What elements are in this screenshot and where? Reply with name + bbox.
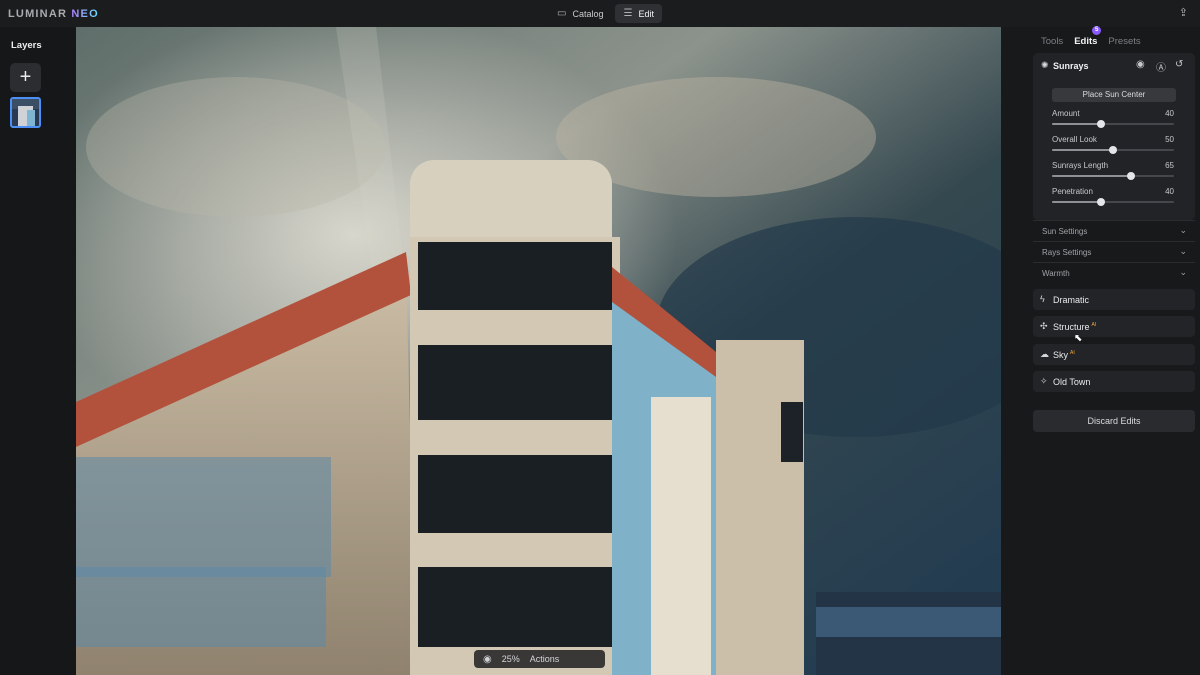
plus-icon: + [19,66,32,88]
mask-icon[interactable]: Ⓐ [1156,59,1166,74]
sliders-icon: ☰ [623,8,633,19]
tool-item-sky[interactable]: ☁ Sky AI [1033,344,1195,365]
layers-panel: Layers + [0,27,76,675]
mouse-cursor-icon: ⬉ [1074,333,1083,344]
tool-item-old-town[interactable]: ✧ Old Town [1033,371,1195,392]
amount-slider[interactable]: Amount 40 [1052,109,1174,129]
top-bar: LUMINAR NEO ▭ Catalog ☰ Edit ⇪ [0,0,1200,27]
folder-icon: ▭ [557,8,567,19]
edit-button[interactable]: ☰ Edit [615,4,662,23]
tab-tools[interactable]: Tools [1041,36,1063,47]
app-logo: LUMINAR NEO [8,8,99,20]
tab-edits[interactable]: Edits 5 [1074,26,1102,47]
warmth-section[interactable]: Warmth ⌄ [1033,262,1195,282]
penetration-slider[interactable]: Penetration 40 [1052,187,1174,207]
edits-panel: Tools Edits 5 Presets ✺ Sunrays ◉ Ⓐ ↺ Pl… [1001,26,1200,675]
sun-settings-section[interactable]: Sun Settings ⌄ [1033,220,1195,240]
tab-presets[interactable]: Presets [1108,36,1140,47]
place-sun-center-button[interactable]: Place Sun Center [1052,88,1176,102]
chevron-down-icon: ⌄ [1179,225,1187,235]
structure-icon: ✣ [1040,321,1048,331]
reset-icon[interactable]: ↺ [1175,59,1183,70]
tool-item-structure[interactable]: ✣ Structure AI [1033,316,1195,337]
eye-icon[interactable]: ◉ [483,654,492,665]
ai-badge: AI [1091,322,1097,328]
zoom-bar: ◉ 25% Actions [474,650,605,668]
share-icon[interactable]: ⇪ [1179,6,1188,19]
catalog-button[interactable]: ▭ Catalog [549,4,611,23]
edits-count-badge: 5 [1092,26,1102,35]
mode-switch: ▭ Catalog ☰ Edit [549,4,662,23]
zoom-level[interactable]: 25% [502,654,520,664]
chevron-down-icon: ⌄ [1179,267,1187,277]
chevron-down-icon: ⌄ [1179,246,1187,256]
add-layer-button[interactable]: + [10,63,41,92]
image-canvas[interactable]: ◉ 25% Actions [76,27,1001,675]
cloud-icon: ☁ [1040,349,1049,359]
old-town-icon: ✧ [1040,376,1048,386]
tool-name: Sunrays [1053,61,1089,71]
layers-title: Layers [11,40,42,51]
sunrays-icon: ✺ [1041,60,1049,70]
sunrays-tool-card: ✺ Sunrays ◉ Ⓐ ↺ Place Sun Center Amount … [1033,53,1195,220]
discard-edits-button[interactable]: Discard Edits [1033,410,1195,432]
tool-header[interactable]: ✺ Sunrays ◉ Ⓐ ↺ [1033,53,1195,79]
overall-look-slider[interactable]: Overall Look 50 [1052,135,1174,155]
actions-button[interactable]: Actions [530,654,560,664]
ai-badge: AI [1070,350,1075,356]
photo [76,27,1001,675]
sunrays-length-slider[interactable]: Sunrays Length 65 [1052,161,1174,181]
rays-settings-section[interactable]: Rays Settings ⌄ [1033,241,1195,261]
layer-thumbnail[interactable] [10,97,41,128]
visibility-eye-icon[interactable]: ◉ [1136,59,1145,70]
panel-tabs: Tools Edits 5 Presets [1041,26,1141,47]
lightning-icon: ϟ [1040,294,1045,304]
tool-item-dramatic[interactable]: ϟ Dramatic [1033,289,1195,310]
